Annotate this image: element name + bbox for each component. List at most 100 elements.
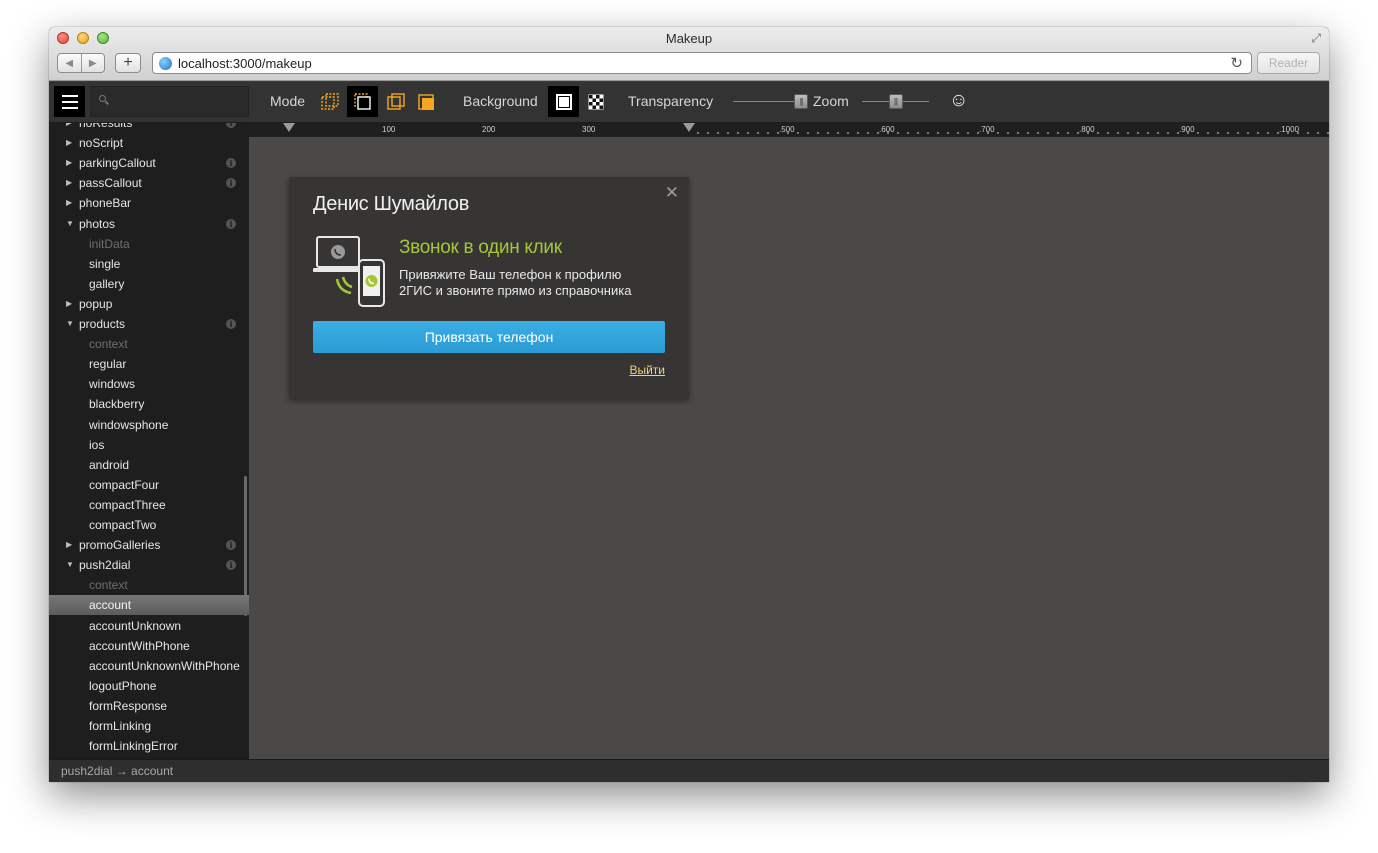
info-icon[interactable]: i: [226, 123, 236, 128]
tree-item-label: single: [89, 256, 121, 271]
tree-item-label: formResponse: [89, 698, 168, 713]
transparency-slider-thumb[interactable]: [794, 94, 808, 109]
tree-item[interactable]: regular: [49, 354, 249, 374]
background-checker-button[interactable]: [580, 86, 611, 117]
browser-window: Makeup ⤢ ◀ ▶ + localhost:3000/makeup ↻ R…: [49, 27, 1329, 782]
tree-item-label: passCallout: [79, 176, 142, 191]
tree-item[interactable]: context: [49, 575, 249, 595]
tree-group[interactable]: ▼ push2dial i: [49, 555, 249, 575]
tree-group[interactable]: ▼ products i: [49, 314, 249, 334]
info-icon[interactable]: i: [226, 319, 236, 329]
expanded-arrow-icon[interactable]: ▼: [66, 555, 74, 575]
ruler-tick-label: 200: [482, 125, 496, 134]
tree-group[interactable]: ▶ noScript: [49, 133, 249, 153]
tree-item[interactable]: gallery: [49, 274, 249, 294]
expanded-arrow-icon[interactable]: ▼: [66, 314, 74, 334]
info-icon[interactable]: i: [226, 158, 236, 169]
hamburger-icon-line: [61, 106, 78, 109]
add-bookmark-button[interactable]: +: [115, 53, 141, 73]
tree-item[interactable]: windows: [49, 374, 249, 394]
tree-item-label: gallery: [89, 276, 125, 291]
tree-group[interactable]: ▶ promoGalleries i: [49, 535, 249, 555]
tree-item[interactable]: single: [49, 254, 249, 274]
address-bar[interactable]: localhost:3000/makeup ↻: [152, 52, 1252, 74]
tree-item-label: compactThree: [89, 497, 166, 512]
tree-item[interactable]: blackberry: [49, 394, 249, 414]
tree-item[interactable]: compactThree: [49, 495, 249, 515]
tree-item[interactable]: windowsphone: [49, 415, 249, 435]
ruler-start-marker[interactable]: [283, 123, 295, 132]
tree-item[interactable]: formLinkingError: [49, 736, 249, 756]
smiley-icon[interactable]: ☺: [949, 90, 968, 112]
zoom-slider-thumb[interactable]: [888, 94, 903, 109]
tree-item[interactable]: logoutPhone: [49, 676, 249, 696]
tree-item[interactable]: context: [49, 334, 249, 354]
tree-item-label: accountUnknownWithPhone: [89, 658, 240, 673]
ruler-tick-label: .500: [779, 125, 795, 134]
ruler-tick-label: .1000: [1279, 125, 1300, 134]
mode-inside-button[interactable]: [347, 86, 378, 117]
info-icon[interactable]: i: [226, 218, 236, 229]
tree-item[interactable]: ios: [49, 435, 249, 455]
tree-item[interactable]: account: [49, 595, 249, 616]
app-toolbar: Mode Background Transparency ||| Zoom ||…: [49, 82, 1329, 123]
menu-button[interactable]: [54, 86, 85, 117]
overlap-squares-icon: [386, 92, 405, 110]
tree-group[interactable]: ▶ parkingCallout i: [49, 153, 249, 173]
tree-group[interactable]: ▶ popup: [49, 294, 249, 314]
tree-item[interactable]: accountWithPhone: [49, 636, 249, 656]
mode-label: Mode: [270, 93, 306, 109]
card-description-line: 2ГИС и звоните прямо из справочника: [399, 283, 632, 298]
tree-item[interactable]: initData: [49, 234, 249, 254]
collapsed-arrow-icon[interactable]: ▶: [66, 193, 72, 213]
tree-item-label: compactFour: [89, 477, 160, 492]
tree-item[interactable]: accountUnknown: [49, 616, 249, 636]
collapsed-arrow-icon[interactable]: ▶: [66, 294, 72, 314]
reload-icon[interactable]: ↻: [1230, 54, 1243, 72]
tree-group[interactable]: ▼ photos i: [49, 214, 249, 234]
search-input[interactable]: [113, 92, 243, 112]
mode-outline-button[interactable]: [314, 86, 345, 117]
tree-group[interactable]: ▶ phoneBar: [49, 193, 249, 213]
link-phone-button[interactable]: Привязать телефон: [313, 321, 665, 353]
outline-squares-icon: [320, 92, 339, 110]
collapsed-arrow-icon[interactable]: ▶: [66, 133, 72, 153]
status-bar: push2dial → account: [49, 759, 1329, 782]
phone-laptop-illustration: [313, 236, 385, 307]
tree-item[interactable]: compactTwo: [49, 515, 249, 535]
tree-item[interactable]: formLinking: [49, 716, 249, 736]
tree-item[interactable]: accountUnknownWithPhone: [49, 656, 249, 676]
ruler-tick-label: .700: [979, 125, 995, 134]
preview-canvas: ✕ Денис Шумайлов Звонок в один клик Прив…: [249, 137, 1329, 759]
tree-group[interactable]: ▶ noResults i: [49, 123, 249, 133]
reader-button[interactable]: Reader: [1257, 52, 1320, 74]
tree-item[interactable]: compactFour: [49, 475, 249, 495]
tree-item[interactable]: formResponse: [49, 696, 249, 716]
url-text[interactable]: localhost:3000/makeup: [178, 56, 312, 71]
ruler-end-marker[interactable]: [683, 123, 695, 132]
collapsed-arrow-icon[interactable]: ▶: [66, 123, 72, 133]
collapsed-arrow-icon[interactable]: ▶: [66, 173, 72, 193]
tree-item[interactable]: android: [49, 455, 249, 475]
tree-group[interactable]: ▶ passCallout i: [49, 173, 249, 193]
mode-outside-button[interactable]: [380, 86, 411, 117]
ruler-tick-label: .800: [1079, 125, 1095, 134]
collapsed-arrow-icon[interactable]: ▶: [66, 535, 72, 555]
search-box[interactable]: [90, 86, 249, 117]
fullscreen-icon[interactable]: ⤢: [1311, 31, 1321, 46]
forward-button[interactable]: ▶: [80, 54, 105, 72]
transparency-slider[interactable]: [733, 101, 801, 102]
expanded-arrow-icon[interactable]: ▼: [66, 214, 74, 234]
collapsed-arrow-icon[interactable]: ▶: [66, 153, 72, 173]
search-icon: [99, 95, 106, 102]
logout-link[interactable]: Выйти: [629, 363, 665, 377]
info-icon[interactable]: i: [226, 540, 236, 551]
mode-filled-button[interactable]: [411, 86, 442, 117]
stacked-squares-icon: [353, 92, 371, 110]
info-icon[interactable]: i: [226, 560, 236, 571]
background-solid-button[interactable]: [548, 86, 579, 117]
info-icon[interactable]: i: [226, 178, 236, 189]
back-button[interactable]: ◀: [58, 54, 81, 72]
card-heading: Звонок в один клик: [399, 237, 562, 258]
close-icon[interactable]: ✕: [665, 183, 679, 203]
